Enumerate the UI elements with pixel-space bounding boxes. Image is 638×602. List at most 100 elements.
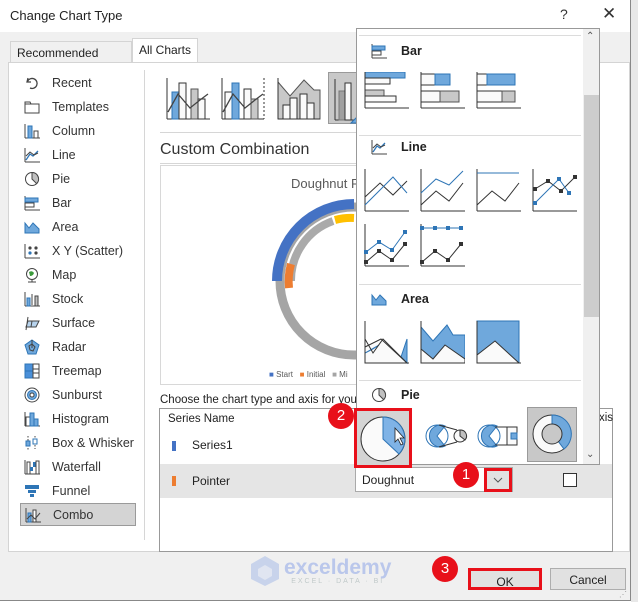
- section-label: Bar: [401, 44, 422, 58]
- doughnut-preview: [272, 199, 359, 360]
- stacked-line-option[interactable]: [419, 167, 465, 213]
- sidebar-item-label: Waterfall: [52, 459, 101, 474]
- legend-marker-start: ■: [269, 370, 274, 379]
- sidebar-item-xy-scatter[interactable]: X Y (Scatter): [20, 239, 136, 262]
- stacked-line-with-markers-option[interactable]: [363, 222, 409, 268]
- recent-icon: [22, 75, 42, 91]
- sidebar-item-label: Box & Whisker: [52, 435, 134, 450]
- sidebar-item-sunburst[interactable]: Sunburst: [20, 383, 136, 406]
- watermark-tagline: EXCEL · DATA · BI: [291, 577, 385, 585]
- sunburst-chart-icon: [22, 387, 42, 403]
- clustered-column-line-secondary-axis-thumb[interactable]: [218, 72, 268, 124]
- tab-recommended-charts[interactable]: Recommended Charts: [10, 41, 132, 82]
- chart-type-dropdown-button[interactable]: [484, 468, 512, 492]
- sidebar-item-bar[interactable]: Bar: [20, 191, 136, 214]
- sidebar-item-label: X Y (Scatter): [52, 243, 124, 258]
- sidebar-item-surface[interactable]: Surface: [20, 311, 136, 334]
- 100-stacked-line-option[interactable]: [475, 167, 521, 213]
- clustered-bar-option[interactable]: [363, 71, 409, 118]
- section-label: Line: [401, 140, 427, 154]
- sidebar-item-combo[interactable]: Combo: [20, 503, 136, 526]
- exceldemy-logo-icon: [251, 556, 279, 586]
- line-chart-icon: [371, 139, 389, 155]
- divider: [359, 380, 581, 381]
- popup-section-pie: Pie: [371, 387, 420, 403]
- radar-chart-icon: [22, 338, 42, 355]
- 100-stacked-area-option[interactable]: [475, 319, 521, 365]
- pie-chart-icon: [371, 387, 389, 403]
- 100-stacked-line-with-markers-option[interactable]: [419, 222, 465, 268]
- popup-scrollbar-thumb[interactable]: [584, 95, 599, 317]
- doughnut-slice-accent: [333, 213, 355, 224]
- funnel-chart-icon: [22, 483, 42, 499]
- area-option[interactable]: [363, 319, 409, 365]
- sidebar-item-recent[interactable]: Recent: [20, 71, 136, 94]
- pie-option-thumb: [360, 416, 406, 462]
- sidebar-item-radar[interactable]: Radar: [20, 335, 136, 358]
- area-chart-icon: [371, 291, 389, 307]
- bar-chart-icon: [371, 43, 389, 59]
- stacked-bar-option[interactable]: [419, 72, 465, 118]
- resize-grip-icon[interactable]: ⋰: [619, 590, 627, 599]
- sidebar-item-map[interactable]: Map: [20, 263, 136, 286]
- sidebar-item-line[interactable]: Line: [20, 143, 136, 166]
- doughnut-option[interactable]: [527, 407, 577, 462]
- bar-chart-icon: [22, 195, 42, 211]
- pie-chart-icon: [22, 171, 42, 187]
- popup-section-line: Line: [371, 139, 427, 155]
- bar-of-pie-option[interactable]: [475, 413, 521, 459]
- pie-option[interactable]: [354, 408, 412, 468]
- sidebar-item-label: Funnel: [52, 483, 91, 498]
- chart-preview: Doughnut P ■ Start ■ Initial ■ Mi: [160, 165, 360, 385]
- tab-all-charts[interactable]: All Charts: [132, 38, 198, 63]
- sidebar-item-funnel[interactable]: Funnel: [20, 479, 136, 502]
- ok-button[interactable]: OK: [468, 568, 542, 590]
- close-button[interactable]: ✕: [602, 4, 616, 24]
- series-name: Series1: [192, 438, 233, 452]
- secondary-axis-checkbox[interactable]: [563, 473, 577, 487]
- line-with-markers-option[interactable]: [531, 167, 577, 213]
- pie-of-pie-option[interactable]: [423, 413, 469, 459]
- sidebar-item-label: Pie: [52, 171, 71, 186]
- legend-label: Mi: [339, 370, 348, 379]
- scroll-up-icon[interactable]: ⌃: [586, 31, 594, 42]
- step-3-badge: 3: [432, 556, 458, 582]
- scroll-down-icon[interactable]: ⌄: [586, 449, 594, 460]
- stacked-area-clustered-column-thumb[interactable]: [274, 72, 324, 124]
- legend-label: Initial: [306, 370, 326, 379]
- clustered-column-line-thumb[interactable]: [162, 72, 212, 124]
- exceldemy-watermark: exceldemy EXCEL · DATA · BI: [250, 555, 391, 587]
- sidebar-item-label: Map: [52, 267, 77, 282]
- sidebar-item-pie[interactable]: Pie: [20, 167, 136, 190]
- waterfall-chart-icon: [22, 459, 42, 475]
- sidebar-item-label: Treemap: [52, 363, 102, 378]
- sidebar-item-label: Stock: [52, 291, 84, 306]
- map-chart-icon: [22, 267, 42, 283]
- cancel-button[interactable]: Cancel: [550, 568, 626, 590]
- sidebar-item-area[interactable]: Area: [20, 215, 136, 238]
- doughnut-slice-initial: [284, 262, 295, 289]
- sidebar-item-waterfall[interactable]: Waterfall: [20, 455, 136, 478]
- sidebar-item-column[interactable]: Column: [20, 119, 136, 142]
- instruction-text: Choose the chart type and axis for your: [160, 394, 361, 406]
- stock-chart-icon: [22, 291, 42, 307]
- sidebar-item-stock[interactable]: Stock: [20, 287, 136, 310]
- sidebar-item-histogram[interactable]: Histogram: [20, 407, 136, 430]
- stacked-area-option[interactable]: [419, 319, 466, 365]
- 100-stacked-bar-option[interactable]: [475, 72, 521, 118]
- sidebar-item-box-whisker[interactable]: Box & Whisker: [20, 431, 136, 454]
- sidebar-item-label: Column: [52, 123, 96, 138]
- line-option[interactable]: [363, 167, 409, 213]
- sidebar-item-label: Area: [52, 219, 79, 234]
- divider: [160, 132, 360, 133]
- chart-type-value: Doughnut: [362, 473, 415, 487]
- sidebar-item-treemap[interactable]: Treemap: [20, 359, 136, 382]
- box-whisker-chart-icon: [22, 435, 42, 451]
- surface-chart-icon: [22, 315, 42, 331]
- divider: [359, 284, 581, 285]
- help-button[interactable]: ?: [560, 6, 568, 22]
- sidebar-item-templates[interactable]: Templates: [20, 95, 136, 118]
- preview-legend: ■ Start ■ Initial ■ Mi: [269, 370, 348, 379]
- divider: [359, 35, 581, 36]
- section-label: Area: [401, 292, 429, 306]
